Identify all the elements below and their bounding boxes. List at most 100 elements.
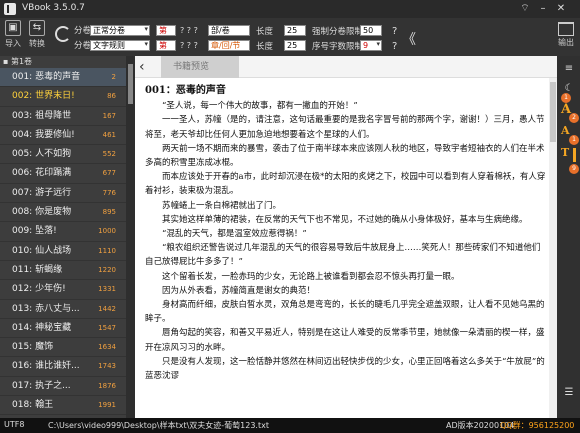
chapter-pattern: ? ? ? [180,41,198,50]
back-arrow-icon[interactable]: ‹ [139,58,145,76]
convert-button[interactable]: ⇆ 转换 [26,20,48,49]
chapter-item[interactable]: 013: 赤八丈与... 1442 [0,300,126,319]
app-title: VBook 3.5.0.7 [22,3,85,13]
chapter-title: 010: 仙人战场 [12,245,72,256]
output-icon [558,22,574,36]
badge-2: 2 [569,113,579,123]
app-logo-icon [4,3,16,15]
qq-group: QQ群：956125200 [500,421,575,430]
settings-sliders-icon[interactable]: ☰ [561,386,577,400]
volume-suffix-input[interactable]: 部/卷 [208,25,250,36]
seq-limit-select[interactable]: 9 [360,40,382,51]
chapter-item[interactable]: 001: 恶毒的声音 2 [0,68,126,88]
paragraph-list: “圣人说，每一个伟大的故事，都有一撇血的开始！” 一一圣人，苏幢（是的，请注意，这… [145,99,547,383]
chapter-title: 004: 我要修仙! [12,129,75,140]
chapter-title: 015: 魔饰 [12,342,54,353]
force-limit-label: 强制分卷限制 [312,27,364,37]
chapter-list: 001: 恶毒的声音 2 002: 世界末日! 86 003: 祖母降世 167 004: … [0,68,126,418]
paragraph: 一一圣人，苏幢（是的，请注意，这句话最重要的是我名字冒号前的那两个字，谢谢！）三… [145,115,545,140]
chapter-item[interactable]: 004: 我要修仙! 461 [0,126,126,146]
split-mode-select[interactable]: 正常分卷 [90,25,150,36]
chapter-line-number: 552 [102,150,116,159]
refresh-icon[interactable] [55,26,71,42]
chapter-line-number: 167 [102,111,116,120]
paragraph: 两天前一场不期而来的暴雪，袭击了位于南半球本来应该刚人秋的地区，导致宇者短袖衣的… [145,143,545,169]
import-icon: ▣ [5,20,21,36]
toolbar: ▣ 导入 ⇆ 转换 分卷 分卷 正常分卷 文字规则 第 ? ? ? 部/卷 长度… [0,18,580,56]
import-button[interactable]: ▣ 导入 [2,20,24,49]
font-size-decrease-icon[interactable]: A [561,124,570,137]
chapter-item[interactable]: 011: 斩蝎缘 1220 [0,261,126,281]
badge-3: 1 [569,135,579,145]
chapter-line-number: 1331 [98,285,116,294]
chapter-item[interactable]: 017: 执子之... 1876 [0,377,126,397]
convert-icon: ⇆ [29,20,45,36]
chapter-heading: 001：恶毒的声音 [145,85,226,96]
tab-book-preview[interactable]: 书籍预览 [161,56,239,78]
import-label: 导入 [5,39,21,48]
chapter-length-input[interactable]: 25 [284,40,306,51]
sidebar-scroll-thumb[interactable] [128,64,133,104]
chapter-item[interactable]: 008: 你是废物 895 [0,203,126,223]
chapter-line-number: 461 [102,130,116,139]
paragraph: 唇角勾起的笑容，和善又平易近人，特别是在这让人难受的反常季节里，她就像一朵清丽的… [145,328,545,353]
book-preview-pane: ‹ 书籍预览 001：恶毒的声音 “圣人说，每一个伟大的故事，都有一撇血的开始！… [135,56,557,418]
chapter-item[interactable]: 014: 神秘宝藏 1547 [0,319,126,339]
chapter-prefix-input[interactable]: 第 [156,40,176,51]
volume-pattern: ? ? ? [180,26,198,35]
chapter-title: 003: 祖母降世 [12,110,72,121]
paragraph: “圣人说，每一个伟大的故事，都有一撇血的开始！” [162,101,358,112]
volume-label: 第1卷 [10,57,33,66]
close-button[interactable]: ✕ [554,2,568,16]
volume-header[interactable]: ▪ 第1卷 [0,56,126,68]
chapter-title: 006: 花印蹋满 [12,168,72,179]
menu-icon[interactable]: ≡ [561,62,577,76]
paragraph: 其实她这样单薄的裙装，在反常的天气下也不常见，不过她的确从小身体极好，基本与生病… [162,214,528,225]
chapter-line-number: 895 [102,208,116,217]
chapter-title: 012: 少年伤! [12,284,66,295]
sidebar-scrollbar[interactable] [126,56,135,418]
split-label-2: 分卷 [74,41,92,51]
chapter-item[interactable]: 006: 花印蹋满 677 [0,164,126,184]
preview-scroll-thumb[interactable] [550,82,556,142]
chapter-item[interactable]: 012: 少年伤! 1331 [0,280,126,300]
convert-label: 转换 [29,39,45,48]
volume-length-input[interactable]: 25 [284,25,306,36]
chapter-line-number: 1220 [98,265,116,274]
chapter-title: 014: 神秘宝藏 [12,322,72,333]
output-button[interactable]: 输出 [556,22,576,48]
chapter-item[interactable]: 018: 翰王 1991 [0,396,126,416]
chapter-item[interactable]: 005: 人不如狗 552 [0,145,126,165]
wifi-icon[interactable]: ⌔ [518,2,532,16]
volume-prefix-input[interactable]: 第 [156,25,176,36]
chapter-item[interactable]: 010: 仙人战场 1110 [0,242,126,261]
chapter-title: 005: 人不如狗 [12,149,72,160]
chapter-title: 007: 游子远行 [12,187,72,198]
minimize-button[interactable]: – [536,2,550,16]
status-bar: UTF8 C:\Users\video999\Desktop\样本txt\双夫女… [0,418,580,433]
chapter-item[interactable]: 003: 祖母降世 167 [0,107,126,126]
chapter-title: 001: 恶毒的声音 [12,72,81,82]
chapter-item[interactable]: 009: 坠落! 1000 [0,222,126,242]
chapter-title: 016: 谁比谁奸... [12,361,80,372]
paragraph: 身材高而纤细，皮肤白皙水灵，双角总是弯弯的，长长的睫毛几乎完全遮盖双眼，让人看不… [145,300,545,325]
preview-scrollbar[interactable] [549,78,557,418]
chapter-sidebar: ▪ 第1卷 001: 恶毒的声音 2 002: 世界末日! 86 003: 祖母降世 16… [0,56,126,418]
collapse-chevrons-icon[interactable]: 《 [402,29,416,49]
chapter-length-label: 长度 [256,42,274,52]
preview-content: 001：恶毒的声音 “圣人说，每一个伟大的故事，都有一撇血的开始！” 一一圣人，苏… [145,84,547,418]
chapter-suffix-input[interactable]: 章/回/节 [208,40,250,51]
chapter-line-number: 677 [102,169,116,178]
split-rule-select[interactable]: 文字规则 [90,40,150,51]
chapter-item[interactable]: 016: 谁比谁奸... 1743 [0,357,126,377]
chapter-item[interactable]: 007: 游子远行 776 [0,184,126,204]
title-bar: VBook 3.5.0.7 ⌔ – ✕ [0,0,580,18]
line-spacing-icon[interactable]: T [561,146,569,159]
help-icon-2[interactable]: ? [392,41,397,52]
paragraph: 因为从外表看，苏幢简直是谢女的典范！ [162,285,316,296]
chapter-line-number: 2 [111,73,116,81]
chapter-item[interactable]: 002: 世界末日! 86 [0,87,126,107]
force-limit-input[interactable]: 50 [360,25,382,36]
help-icon-1[interactable]: ? [392,26,397,37]
chapter-item[interactable]: 015: 魔饰 1634 [0,338,126,358]
